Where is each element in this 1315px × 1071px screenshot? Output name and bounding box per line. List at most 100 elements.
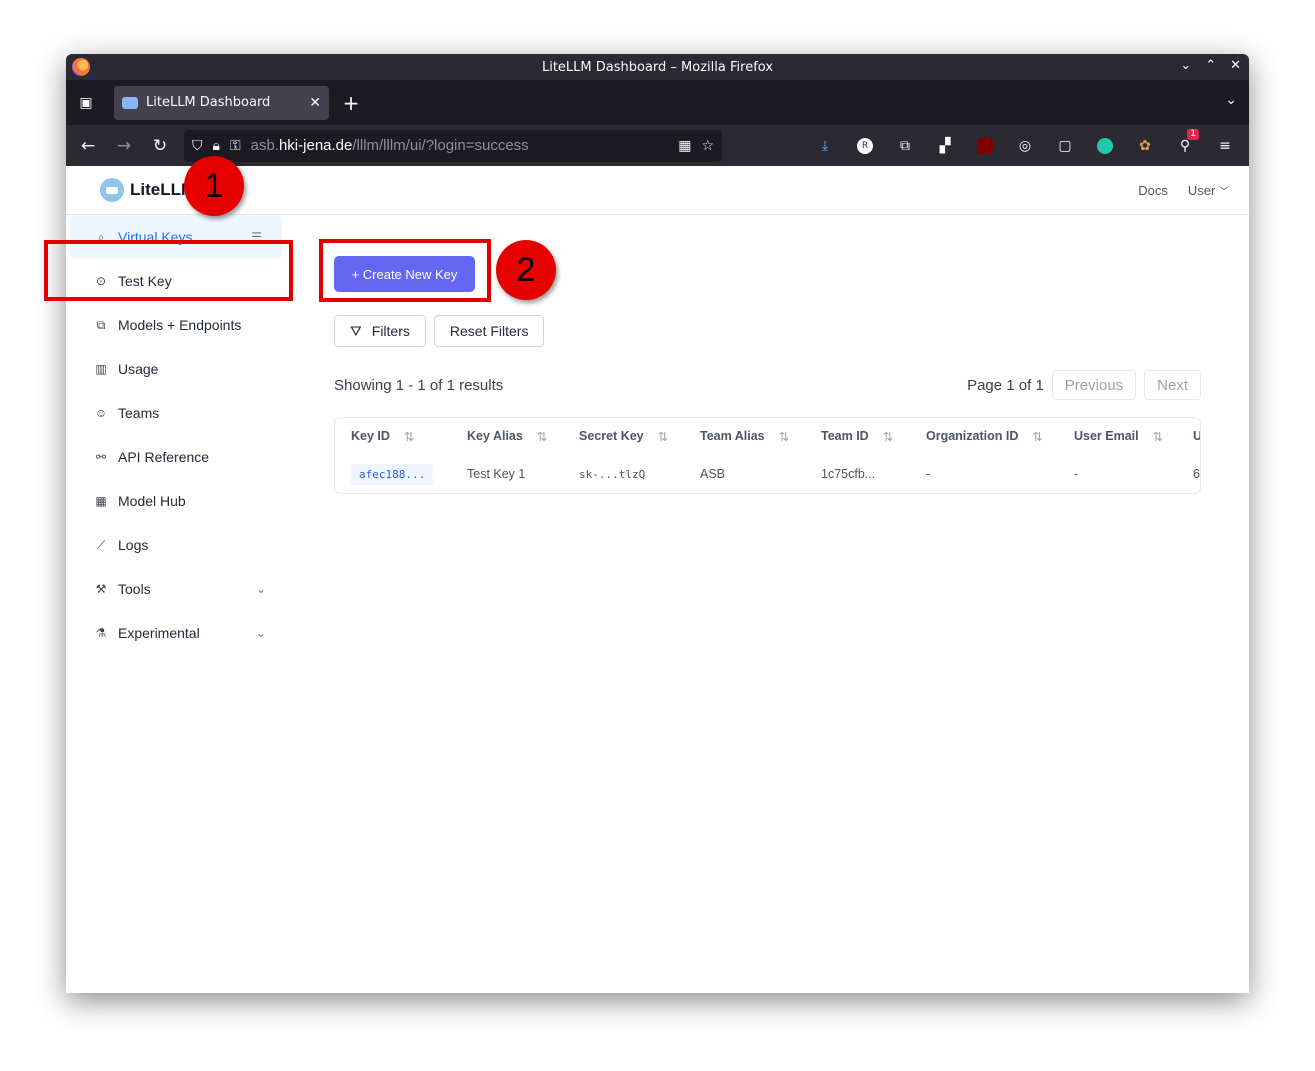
docs-link[interactable]: Docs: [1138, 183, 1168, 198]
forward-icon[interactable]: →: [108, 130, 140, 162]
sort-icon[interactable]: ⇅: [537, 429, 547, 444]
table-header: Key ID ⇅ Key Alias ⇅ Secret Key ⇅ Team Alia…: [335, 418, 1200, 454]
litellm-logo[interactable]: LiteLLM: [100, 178, 195, 202]
sidebar-item-models-endpoints[interactable]: ⧉ Models + Endpoints: [66, 303, 286, 347]
chevron-down-icon: ⌄: [255, 626, 266, 640]
pagination: Page 1 of 1 Previous Next: [967, 370, 1201, 400]
tab-strip: ▣ LiteLLM Dashboard ✕ + ⌄: [66, 80, 1249, 125]
url-bar[interactable]: ⛉ 🔒︎ ⚿ asb.hki-jena.de/lllm/lllm/ui/?log…: [184, 129, 722, 162]
table-row[interactable]: afec188... Test Key 1 sk-...tlzQ ASB 1c7…: [335, 454, 1200, 493]
sort-icon[interactable]: ⇅: [779, 429, 789, 444]
tab-manager-icon[interactable]: ▣: [66, 80, 106, 125]
lock-icon[interactable]: 🔒︎: [213, 138, 220, 154]
sidebar-item-teams[interactable]: ☺ Teams: [66, 391, 286, 435]
sidebar-item-model-hub[interactable]: ▦ Model Hub: [66, 479, 286, 523]
extension-badge-icon[interactable]: ⚲ 1: [1173, 128, 1199, 158]
sidebar-item-logs[interactable]: ⟋ Logs: [66, 523, 286, 567]
sidebar-item-usage[interactable]: ▥ Usage: [66, 347, 286, 391]
extension-glasses-icon[interactable]: ◎: [1013, 134, 1037, 158]
back-icon[interactable]: ←: [72, 130, 104, 162]
previous-button[interactable]: Previous: [1051, 370, 1137, 400]
sidebar-item-api-reference[interactable]: ⚯ API Reference: [66, 435, 286, 479]
filter-icon: ⛛: [350, 322, 362, 339]
extension-grid-icon[interactable]: ▞: [933, 134, 957, 158]
column-header-secret-key[interactable]: Secret Key ⇅: [579, 418, 668, 454]
tool-icon: ⚒: [95, 582, 107, 596]
column-header-key-id[interactable]: Key ID ⇅: [351, 418, 414, 454]
sort-icon[interactable]: ⇅: [1032, 429, 1042, 444]
keys-table: Key ID ⇅ Key Alias ⇅ Secret Key ⇅ Team Alia…: [334, 417, 1201, 494]
team-id-cell: 1c75cfb...: [821, 467, 876, 481]
annotation-box-1: [44, 240, 293, 301]
next-button[interactable]: Next: [1144, 370, 1201, 400]
qr-code-icon[interactable]: ▦: [678, 138, 691, 154]
key-alias-cell: Test Key 1: [467, 467, 526, 481]
team-icon: ☺: [94, 406, 108, 420]
tracking-shield-icon[interactable]: ⛉: [192, 138, 203, 154]
nav-bar: ← → ↻ ⛉ 🔒︎ ⚿ asb.hki-jena.de/lllm/lllm/u…: [66, 125, 1249, 166]
browser-window: LiteLLM Dashboard – Mozilla Firefox ⌄ ⌃ …: [66, 54, 1249, 993]
minimize-icon[interactable]: ⌄: [1180, 58, 1191, 73]
column-header-key-alias[interactable]: Key Alias ⇅: [467, 418, 547, 454]
column-header-organization-id[interactable]: Organization ID ⇅: [926, 418, 1043, 454]
ublock-origin-icon[interactable]: [973, 134, 997, 158]
annotation-marker-1: 1: [184, 156, 244, 216]
close-window-icon[interactable]: ✕: [1230, 58, 1241, 73]
extension-badge: 1: [1187, 128, 1199, 140]
extensions-toolbar: ⤓ R ⧉ ▞ ◎ ▢ ✿ ⚲ 1 ≡: [813, 128, 1243, 158]
user-email-cell: -: [1074, 467, 1079, 481]
chevron-down-icon: ﹀: [1219, 186, 1229, 198]
column-header-team-id[interactable]: Team ID ⇅: [821, 418, 893, 454]
close-tab-icon[interactable]: ✕: [309, 95, 321, 111]
sort-icon[interactable]: ⇅: [1153, 429, 1163, 444]
column-header-team-alias[interactable]: Team Alias ⇅: [700, 418, 789, 454]
truncated-cell: 6: [1193, 467, 1200, 481]
downloads-icon[interactable]: ⤓: [813, 134, 837, 158]
sidebar-item-tools[interactable]: ⚒ Tools ⌄: [66, 567, 286, 611]
page-indicator: Page 1 of 1: [967, 376, 1044, 394]
block-icon: ⧉: [96, 317, 106, 332]
sort-icon[interactable]: ⇅: [883, 429, 893, 444]
flask-icon: ⚗: [95, 626, 107, 640]
extension-face-icon[interactable]: ▢: [1053, 134, 1077, 158]
annotation-box-2: [319, 239, 491, 302]
litellm-logo-icon: [100, 178, 124, 202]
extension-cookie-icon[interactable]: ✿: [1133, 134, 1157, 158]
results-count: Showing 1 - 1 of 1 results: [334, 376, 504, 394]
grid-icon: ▦: [95, 494, 107, 508]
sort-icon[interactable]: ⇅: [404, 429, 414, 444]
filters-button[interactable]: ⛛ Filters: [334, 315, 426, 347]
results-row: Showing 1 - 1 of 1 results Page 1 of 1 P…: [334, 370, 1201, 400]
litellm-favicon-icon: [122, 96, 138, 109]
key-id-cell[interactable]: afec188...: [351, 454, 434, 493]
column-header-truncated[interactable]: U: [1193, 418, 1200, 454]
tab-title: LiteLLM Dashboard: [146, 95, 271, 110]
api-icon: ⚯: [95, 450, 107, 464]
extension-r-icon[interactable]: R: [853, 134, 877, 158]
team-alias-cell: ASB: [700, 467, 726, 481]
firefox-logo-icon: [72, 58, 90, 76]
maximize-icon[interactable]: ⌃: [1205, 58, 1216, 73]
extension-play-icon[interactable]: [1093, 134, 1117, 158]
reload-icon[interactable]: ↻: [144, 130, 176, 162]
sidebar-item-experimental[interactable]: ⚗ Experimental ⌄: [66, 611, 286, 655]
organization-id-cell: -: [926, 467, 931, 481]
url-text[interactable]: asb.hki-jena.de/lllm/lllm/ui/?login=succ…: [251, 137, 669, 154]
user-menu[interactable]: User ﹀: [1188, 183, 1229, 198]
reset-filters-button[interactable]: Reset Filters: [433, 315, 545, 347]
bar-chart-icon: ▥: [95, 362, 107, 376]
key-id-chip[interactable]: afec188...: [351, 463, 434, 485]
key-icon[interactable]: ⚿: [230, 138, 241, 154]
new-tab-button[interactable]: +: [333, 86, 369, 120]
header-links: Docs User ﹀: [1138, 183, 1229, 198]
tab-litellm-dashboard[interactable]: LiteLLM Dashboard ✕: [114, 85, 329, 120]
filters-row: ⛛ Filters Reset Filters: [334, 315, 545, 347]
column-header-user-email[interactable]: User Email ⇅: [1074, 418, 1163, 454]
list-all-tabs-icon[interactable]: ⌄: [1225, 92, 1237, 108]
window-controls: ⌄ ⌃ ✕: [1180, 58, 1241, 73]
extensions-puzzle-icon[interactable]: ⧉: [893, 134, 917, 158]
menu-hamburger-icon[interactable]: ≡: [1213, 134, 1237, 158]
bookmark-star-icon[interactable]: ☆: [701, 138, 714, 154]
sort-icon[interactable]: ⇅: [658, 429, 668, 444]
title-bar: LiteLLM Dashboard – Mozilla Firefox ⌄ ⌃ …: [66, 54, 1249, 80]
